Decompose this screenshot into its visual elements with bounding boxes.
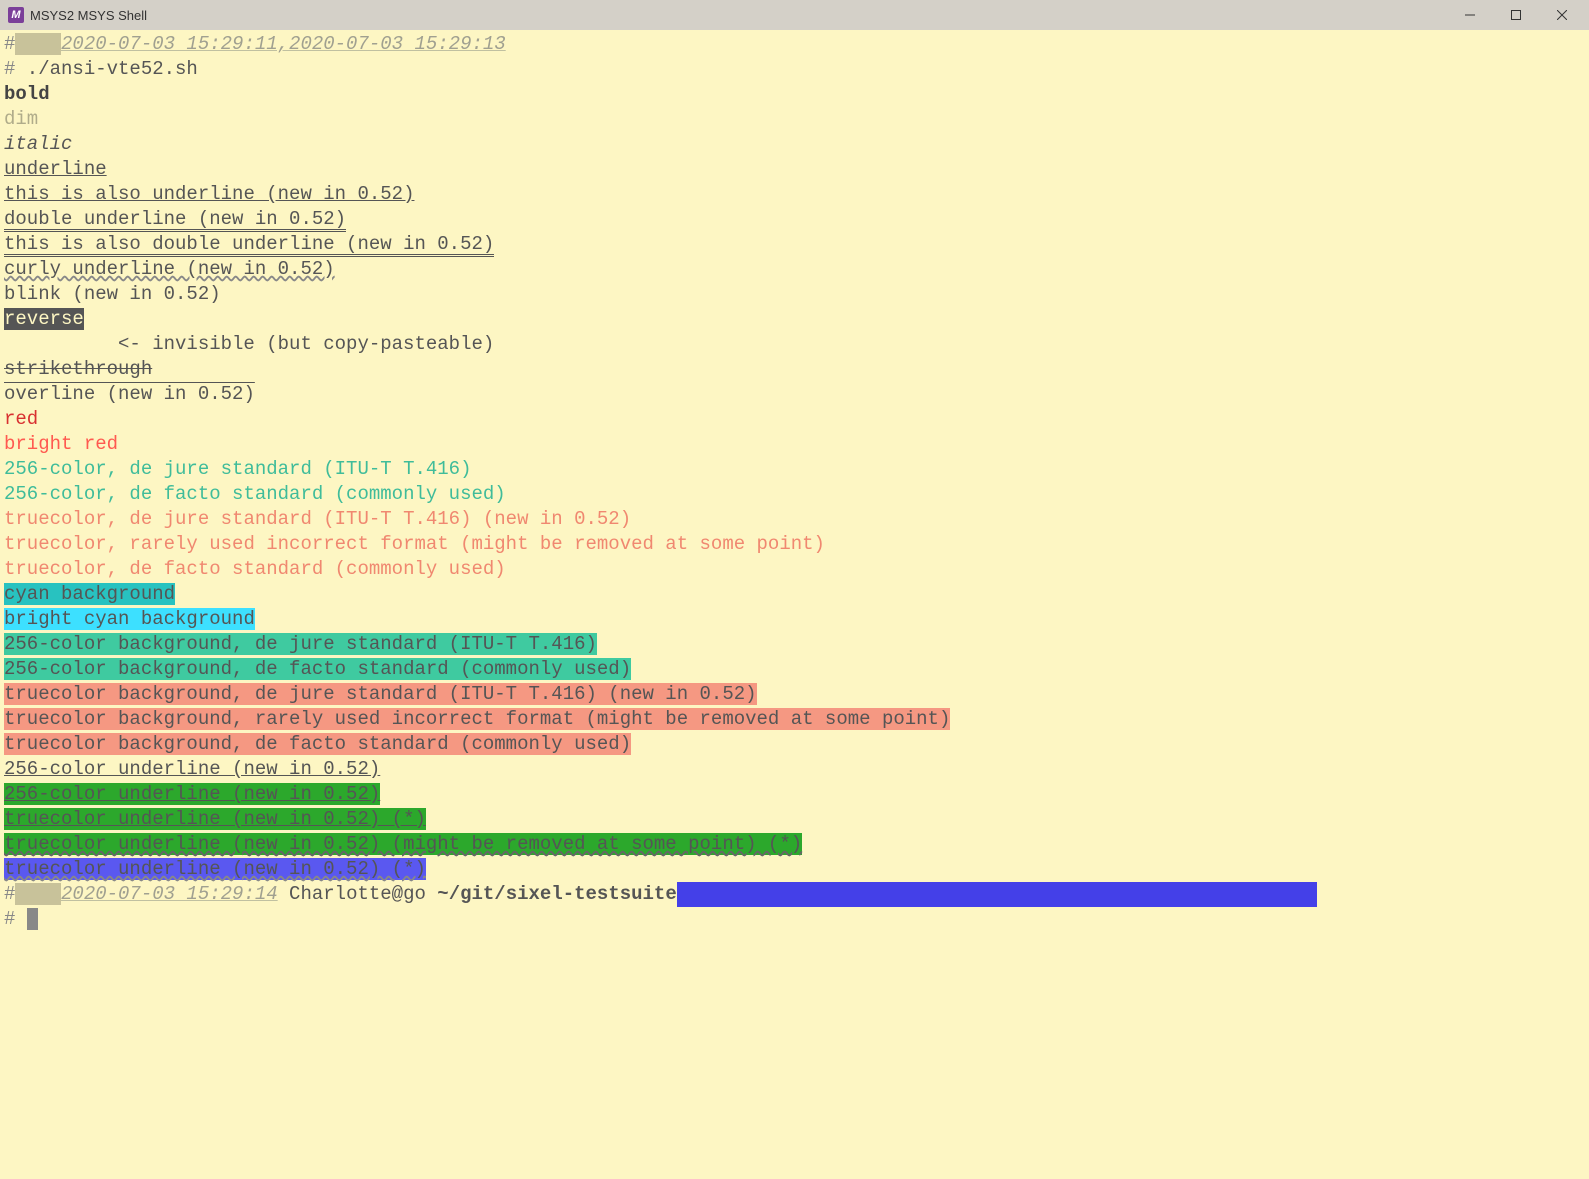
close-button[interactable]: [1539, 0, 1585, 30]
bright-red-line: bright red: [4, 432, 1585, 457]
prompt2-hash: #: [4, 883, 15, 905]
c256-bg-jure-line: 256-color background, de jure standard (…: [4, 632, 1585, 657]
prompt-line-3: #: [4, 907, 1585, 932]
tc-ul-star-line: truecolor underline (new in 0.52) (*): [4, 807, 1585, 832]
msys2-window: M MSYS2 MSYS Shell # 2020-07-03 15:29:11…: [0, 0, 1589, 1179]
blink-line: blink (new in 0.52): [4, 282, 1585, 307]
tc-rare-line: truecolor, rarely used incorrect format …: [4, 532, 1585, 557]
command-text: ./ansi-vte52.sh: [15, 58, 197, 80]
tc-ul-star2-line: truecolor underline (new in 0.52) (*): [4, 857, 1585, 882]
cmd-hash: #: [4, 58, 15, 80]
tc-bg-jure-line: truecolor background, de jure standard (…: [4, 682, 1585, 707]
cyan-bg-line: cyan background: [4, 582, 1585, 607]
double-underline-line: double underline (new in 0.52): [4, 207, 1585, 232]
prompt-line-1: # 2020-07-03 15:29:11,2020-07-03 15:29:1…: [4, 32, 1585, 57]
window-title: MSYS2 MSYS Shell: [30, 8, 147, 23]
tc-bg-rare-line: truecolor background, rarely used incorr…: [4, 707, 1585, 732]
prompt2-spacer: [15, 883, 61, 905]
user-host: Charlotte@go: [278, 883, 438, 905]
titlebar-buttons: [1447, 0, 1585, 30]
msys2-icon: M: [8, 7, 24, 23]
tc-ul-removed-line: truecolor underline (new in 0.52) (might…: [4, 832, 1585, 857]
minimize-button[interactable]: [1447, 0, 1493, 30]
prompt-timestamp: 2020-07-03 15:29:11,2020-07-03 15:29:13: [61, 33, 506, 55]
prompt-line-2: # 2020-07-03 15:29:14 Charlotte@go ~/git…: [4, 882, 1585, 907]
invisible-line: <- invisible (but copy-pasteable): [4, 332, 1585, 357]
reverse-line: reverse: [4, 307, 1585, 332]
prompt2-timestamp: 2020-07-03 15:29:14: [61, 883, 278, 905]
c256-ul2-line: 256-color underline (new in 0.52): [4, 782, 1585, 807]
c256-facto-line: 256-color, de facto standard (commonly u…: [4, 482, 1585, 507]
also-double-underline-line: this is also double underline (new in 0.…: [4, 232, 1585, 257]
bold-line: bold: [4, 82, 1585, 107]
c256-bg-facto-line: 256-color background, de facto standard …: [4, 657, 1585, 682]
c256-jure-line: 256-color, de jure standard (ITU-T T.416…: [4, 457, 1585, 482]
tc-bg-facto-line: truecolor background, de facto standard …: [4, 732, 1585, 757]
cursor-bar: [677, 882, 1317, 907]
terminal-cursor: [27, 908, 38, 930]
tc-facto-line: truecolor, de facto standard (commonly u…: [4, 557, 1585, 582]
titlebar-left: M MSYS2 MSYS Shell: [8, 7, 147, 23]
overline-line: overline (new in 0.52): [4, 382, 1585, 407]
red-line: red: [4, 407, 1585, 432]
underline-line: underline: [4, 157, 1585, 182]
prompt-hash: #: [4, 33, 15, 55]
italic-line: italic: [4, 132, 1585, 157]
curly-underline-line: curly underline (new in 0.52): [4, 257, 1585, 282]
titlebar[interactable]: M MSYS2 MSYS Shell: [0, 0, 1589, 30]
bright-cyan-bg-line: bright cyan background: [4, 607, 1585, 632]
dim-line: dim: [4, 107, 1585, 132]
prompt3-hash: #: [4, 908, 15, 930]
strikethrough-line: strikethrough: [4, 357, 1585, 382]
c256-ul-line: 256-color underline (new in 0.52): [4, 757, 1585, 782]
cwd-path: ~/git/sixel-testsuite: [437, 883, 676, 905]
also-underline-line: this is also underline (new in 0.52): [4, 182, 1585, 207]
command-line: # ./ansi-vte52.sh: [4, 57, 1585, 82]
prompt-spacer: [15, 33, 61, 55]
terminal-area[interactable]: # 2020-07-03 15:29:11,2020-07-03 15:29:1…: [0, 30, 1589, 1179]
tc-jure-line: truecolor, de jure standard (ITU-T T.416…: [4, 507, 1585, 532]
maximize-button[interactable]: [1493, 0, 1539, 30]
